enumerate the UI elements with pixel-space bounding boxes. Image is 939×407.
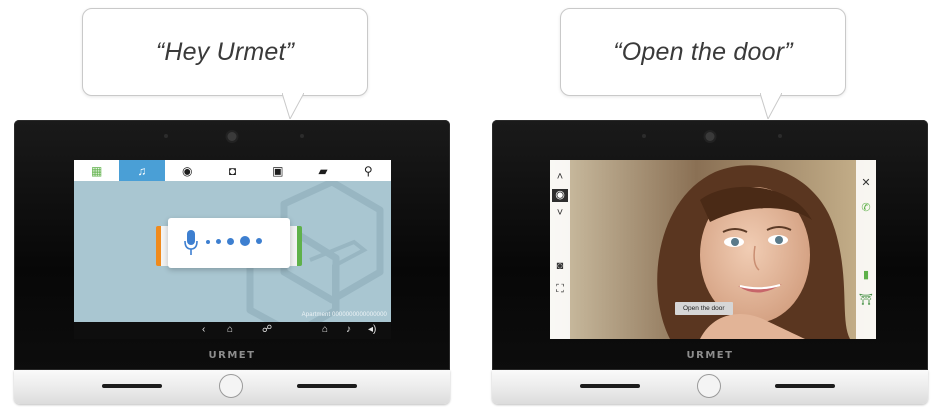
speaker-grille	[775, 384, 835, 388]
speech-text-left: “Hey Urmet”	[155, 37, 295, 66]
brand-logo: URMET	[208, 350, 256, 361]
memo-icon: ▣	[272, 163, 284, 178]
speech-bubble-tail-icon	[760, 93, 782, 119]
microphone-icon	[184, 230, 198, 255]
sensor-dot	[300, 134, 304, 138]
camera-icon[interactable]: ◙	[557, 261, 564, 272]
sensor-dot	[164, 134, 168, 138]
tab-settings[interactable]: ⚲	[346, 160, 391, 181]
speech-bubble-right: “Open the door”	[560, 8, 846, 96]
apartment-label: Apartment 0000000000000000	[301, 312, 387, 318]
video-right-controls: ✕ ✆ ▮ ⛩	[856, 160, 876, 339]
video-left-controls: ˄ ◉ ˅ ◙ ⛶	[550, 160, 570, 339]
grid-icon: ▦	[90, 163, 103, 178]
voice-command-caption: Open the door	[675, 302, 733, 315]
intercom-icon: ♫	[137, 163, 147, 178]
display-screen-right: ˄ ◉ ˅ ◙ ⛶ ✕ ✆ ▮ ⛩ Open the door	[550, 160, 876, 339]
bottom-nav-bar: ‹ ⌂ ☍ ⌂ ♪ ◂)	[74, 322, 391, 339]
display-screen-left: ▦ ♫ ◉ ◘ ▣ ▰ ⚲ Apartment 0000000000000000…	[74, 160, 391, 339]
tab-messages[interactable]: ▰	[300, 160, 345, 181]
speaker-grille	[580, 384, 640, 388]
voice-level-dot	[240, 236, 250, 246]
brand-logo: URMET	[686, 350, 734, 361]
speech-text-right: “Open the door”	[613, 37, 793, 66]
intercom-device-left: “Hey Urmet” URMET ▦ ♫ ◉ ◘ ▣ ▰ ⚲ Apartmen…	[10, 0, 452, 407]
eye-icon[interactable]: ◉	[552, 189, 568, 202]
voice-assistant-card	[168, 218, 290, 268]
speech-bubble-tail-icon	[282, 93, 304, 119]
sensor-dot	[778, 134, 782, 138]
chevron-down-icon[interactable]: ˅	[557, 208, 563, 219]
back-icon[interactable]: ‹	[202, 324, 205, 335]
voice-level-dot	[216, 239, 221, 244]
volume-icon[interactable]: ◂)	[368, 324, 376, 335]
chevron-up-icon[interactable]: ˄	[557, 172, 563, 183]
tab-camera[interactable]: ◉	[165, 160, 210, 181]
bell-icon[interactable]: ♪	[346, 324, 351, 335]
device-base	[492, 370, 928, 404]
house-icon[interactable]: ⌂	[322, 324, 328, 335]
device-base	[14, 370, 450, 404]
intercom-device-right: “Open the door” URMET ˄ ◉ ˅ ◙ ⛶ ✕ ✆ ▮ ⛩ …	[488, 0, 930, 407]
tab-grid[interactable]: ▦	[74, 160, 119, 181]
camera-lens-icon	[705, 132, 715, 141]
home-button[interactable]	[219, 374, 243, 398]
top-tab-bar: ▦ ♫ ◉ ◘ ▣ ▰ ⚲	[74, 160, 391, 181]
eye-icon: ◉	[181, 163, 193, 178]
door-icon[interactable]: ▮	[863, 270, 869, 281]
messages-icon: ▰	[318, 163, 328, 178]
voice-level-dot	[206, 240, 210, 244]
call-forward-icon[interactable]: ☍	[262, 324, 272, 335]
tab-intercom[interactable]: ♫	[119, 160, 165, 181]
sensor-dot	[642, 134, 646, 138]
speaker-grille	[297, 384, 357, 388]
gate-icon[interactable]: ⛩	[859, 295, 873, 306]
answering-machine-icon: ◘	[228, 163, 237, 178]
speech-bubble-left: “Hey Urmet”	[82, 8, 368, 96]
phone-icon[interactable]: ✆	[861, 203, 870, 214]
home-button[interactable]	[697, 374, 721, 398]
tab-answering-machine[interactable]: ◘	[210, 160, 255, 181]
voice-level-dot	[227, 238, 234, 245]
speaker-grille	[102, 384, 162, 388]
voice-level-dot	[256, 238, 262, 244]
close-icon[interactable]: ✕	[861, 178, 870, 189]
key-icon: ⚲	[363, 163, 373, 178]
tab-memo[interactable]: ▣	[255, 160, 300, 181]
home-icon[interactable]: ⌂	[227, 324, 233, 335]
camera-lens-icon	[227, 132, 237, 141]
fullscreen-icon[interactable]: ⛶	[556, 284, 564, 295]
